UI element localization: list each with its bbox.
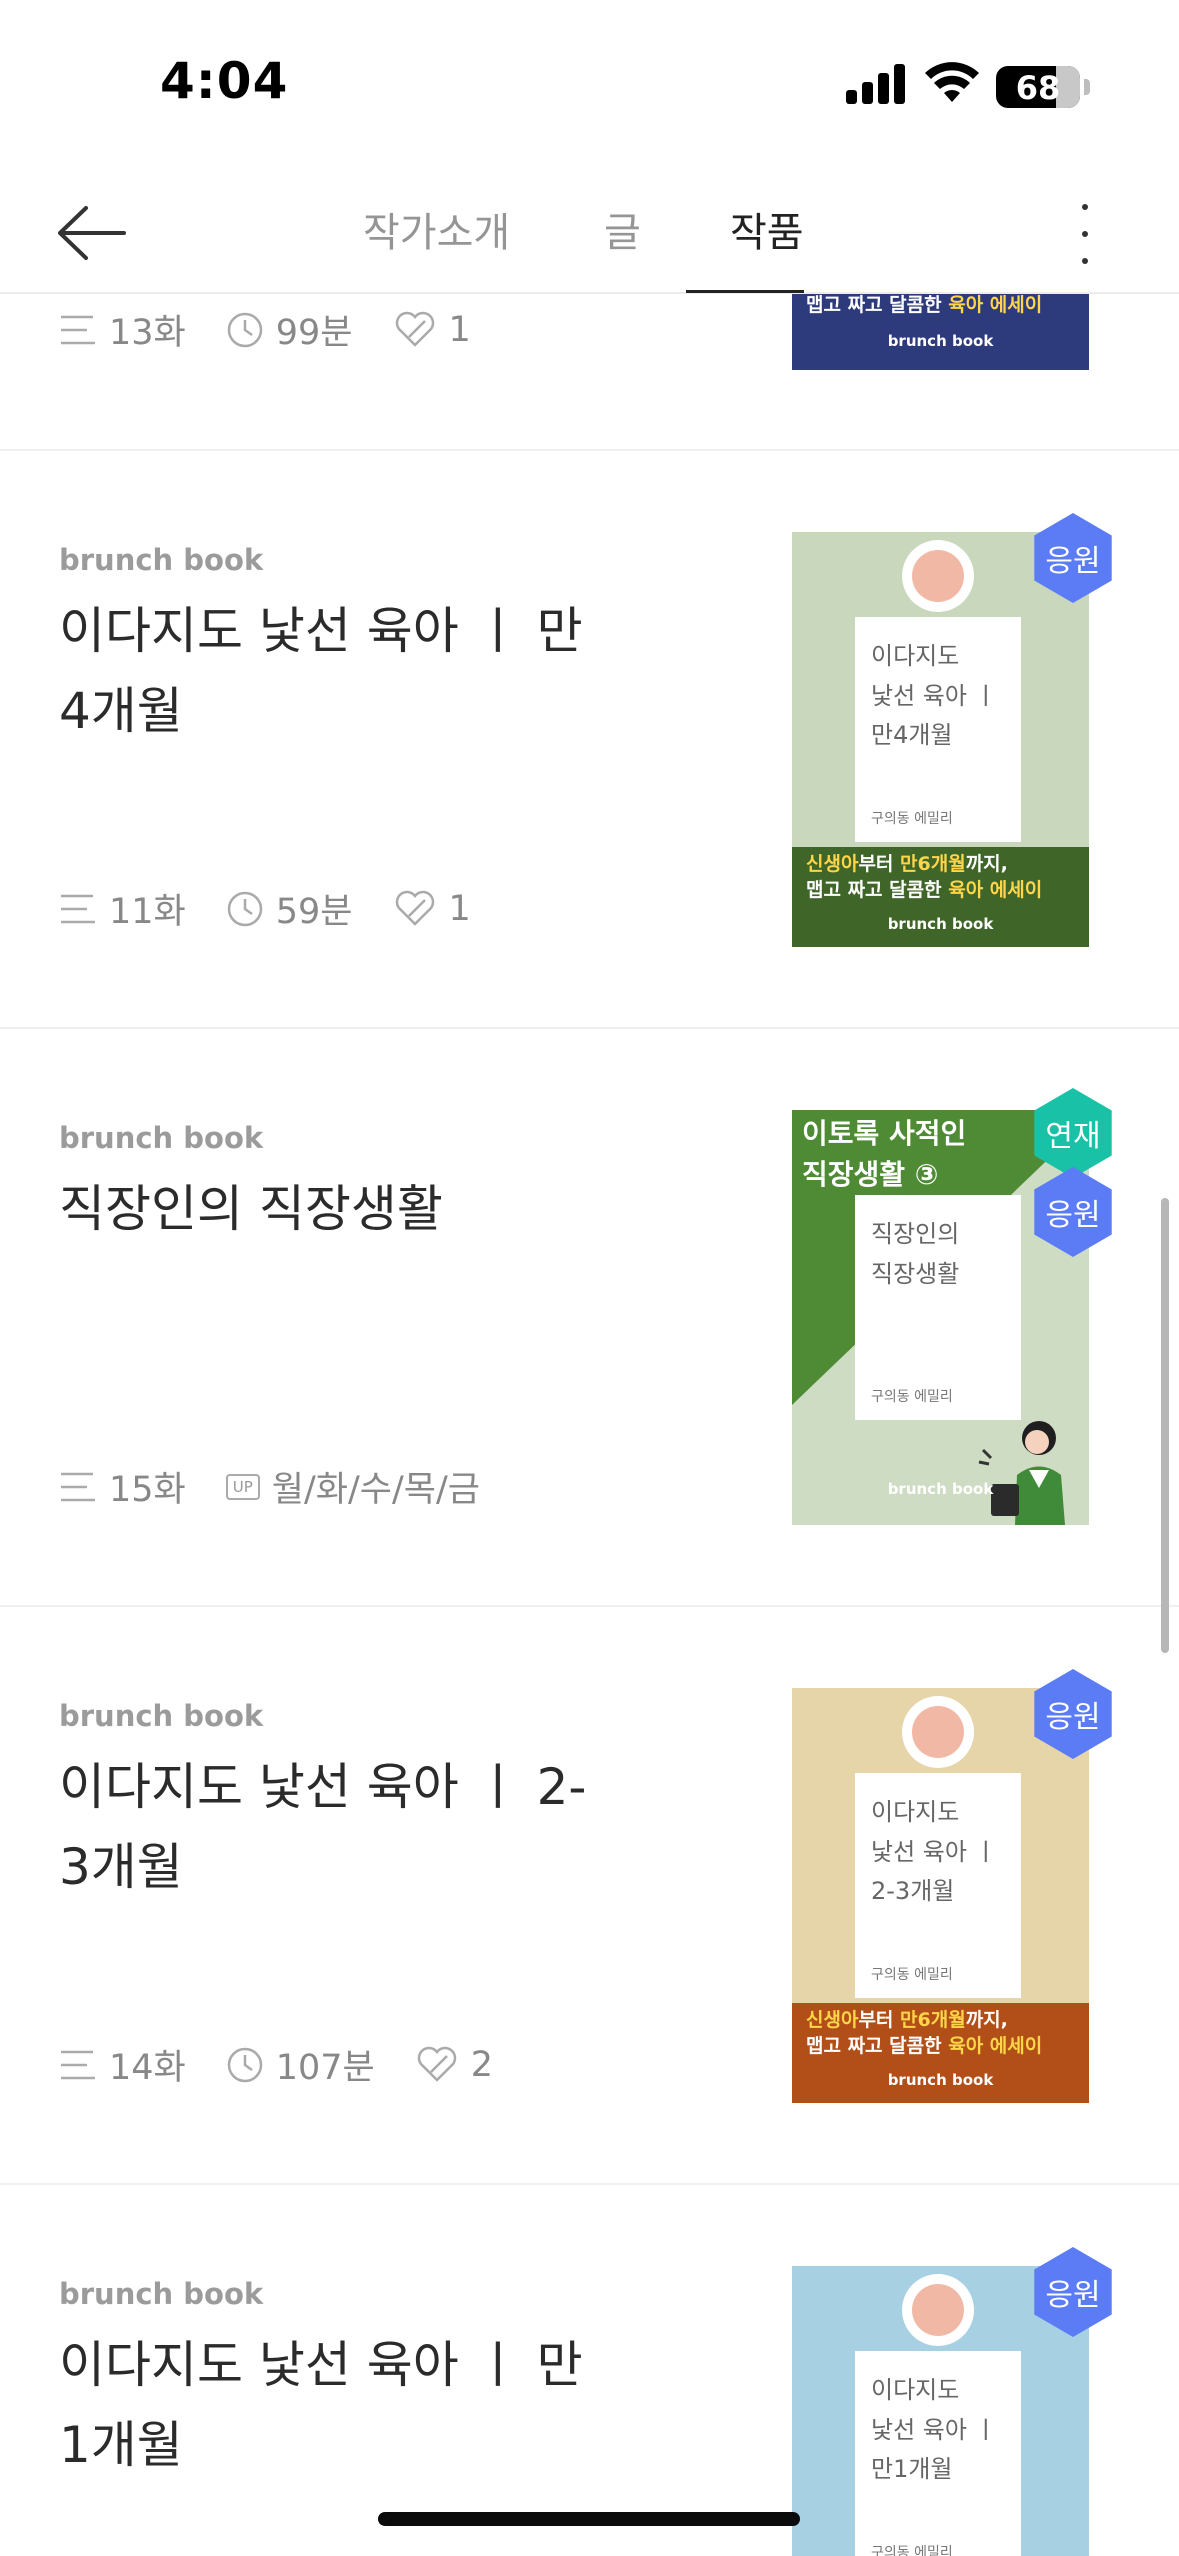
cover-title: 직장인의 직장생활 [871, 1220, 960, 1288]
tab-works[interactable]: 작품 [730, 200, 804, 292]
brunch-book-mark: brunch book [887, 2071, 994, 2089]
book-kicker: brunch book [59, 2277, 264, 2311]
book-title[interactable]: 직장인의 직장생활 [59, 1169, 599, 1249]
cover-band: 신생아부터 만6개월까지, 맵고 짜고 달콤한 육아 에세이 brunch bo… [792, 847, 1089, 947]
top-navigation: 작가소개 글 작품 [0, 170, 1179, 294]
like-count: 1 [448, 888, 471, 929]
book-meta: 14화 107분 2 [59, 2039, 533, 2090]
cover-author: 구의동 에밀리 [871, 1967, 953, 1983]
more-options-icon[interactable] [1070, 196, 1100, 272]
cover-title: 이다지도 낯선 육아 ㅣ 만4개월 [871, 642, 997, 750]
baby-face-icon [902, 540, 974, 612]
tab-posts[interactable]: 글 [604, 200, 641, 292]
heart-icon [417, 2046, 456, 2082]
book-cover-3[interactable]: 이다지도 낯선 육아 ㅣ 2-3개월 구의동 에밀리 신생아부터 만6개월까지,… [792, 1688, 1089, 2103]
book-kicker: brunch book [59, 543, 264, 577]
reading-time: 107분 [275, 2048, 375, 2088]
book-title[interactable]: 이다지도 낯선 육아 ㅣ 만 1개월 [59, 2325, 599, 2485]
episode-count: 11화 [109, 892, 186, 932]
home-indicator[interactable] [378, 2512, 800, 2526]
update-schedule: 월/화/수/목/금 [271, 1470, 480, 1510]
episode-count: 14화 [109, 2048, 186, 2088]
active-tab-indicator [686, 290, 804, 293]
reading-time: 99분 [275, 313, 353, 353]
cover-headline: 이토록 사적인 직장생활 ③ [802, 1117, 967, 1191]
cover-card: 이다지도 낯선 육아 ㅣ 만4개월 구의동 에밀리 [855, 617, 1021, 842]
clock-icon [227, 2047, 262, 2082]
heart-icon [395, 890, 434, 926]
cellular-signal-icon [846, 62, 906, 104]
episode-count: 15화 [109, 1470, 186, 1510]
cover-card: 이다지도 낯선 육아 ㅣ 만1개월 구의동 에밀리 [855, 2351, 1021, 2556]
cover-title: 이다지도 낯선 육아 ㅣ 만1개월 [871, 2376, 997, 2484]
wifi-icon [925, 62, 979, 102]
book-meta: 15화 UP 월/화/수/목/금 [59, 1461, 520, 1512]
episode-count: 13화 [109, 313, 186, 353]
cover-author: 구의동 에밀리 [871, 811, 953, 827]
heart-icon [395, 311, 434, 347]
cover-author: 구의동 에밀리 [871, 2545, 953, 2556]
book-kicker: brunch book [59, 1121, 264, 1155]
book-title[interactable]: 이다지도 낯선 육아 ㅣ 2-3개월 [59, 1747, 599, 1907]
episodes-icon [61, 1472, 95, 1501]
tab-author-intro[interactable]: 작가소개 [363, 200, 510, 292]
clock-icon [227, 891, 262, 926]
like-count: 1 [448, 309, 471, 350]
battery-tip [1084, 79, 1090, 95]
status-time: 4:04 [160, 52, 289, 110]
book-title[interactable]: 이다지도 낯선 육아 ㅣ 만 4개월 [59, 591, 599, 751]
book-cover-1[interactable]: 이다지도 낯선 육아 ㅣ 만4개월 구의동 에밀리 신생아부터 만6개월까지, … [792, 532, 1089, 947]
brunch-book-mark: brunch book [887, 915, 994, 933]
book-meta: 11화 59분 1 [59, 883, 511, 934]
cover-band: 신생아부터 만6개월까지, 맵고 짜고 달콤한 육아 에세이 brunch bo… [792, 2003, 1089, 2103]
cover-tagline: 맵고 짜고 달콤한 육아 에세이 [806, 294, 1043, 316]
episodes-icon [61, 894, 95, 923]
cover-card: 직장인의 직장생활 구의동 에밀리 [855, 1195, 1021, 1420]
baby-face-icon [902, 2274, 974, 2346]
office-worker-illustration [978, 1421, 1065, 1525]
update-schedule-icon: UP [225, 1473, 260, 1500]
battery-icon: 68 [996, 66, 1080, 108]
book-kicker: brunch book [59, 1699, 264, 1733]
status-bar: 4:04 68 [0, 0, 1179, 170]
battery-level: 68 [1015, 69, 1061, 107]
clock-icon [227, 312, 262, 347]
like-count: 2 [470, 2044, 494, 2085]
reading-time: 59분 [275, 892, 353, 932]
book-meta: 13화 99분 1 [59, 304, 511, 355]
episodes-icon [61, 315, 95, 344]
book-cover-2[interactable]: 이토록 사적인 직장생활 ③ 직장인의 직장생활 구의동 에밀리 brunch … [792, 1110, 1089, 1525]
episodes-icon [61, 2050, 95, 2079]
brunch-book-mark: brunch book [887, 332, 994, 350]
cover-card: 이다지도 낯선 육아 ㅣ 2-3개월 구의동 에밀리 [855, 1773, 1021, 1998]
cover-title: 이다지도 낯선 육아 ㅣ 2-3개월 [871, 1798, 997, 1906]
brunch-book-mark: brunch book [887, 1480, 994, 1498]
cover-author: 구의동 에밀리 [871, 1389, 953, 1405]
scrollbar[interactable] [1161, 1198, 1169, 1653]
back-arrow-icon[interactable] [52, 198, 132, 268]
baby-face-icon [902, 1696, 974, 1768]
book-cover-0[interactable]: 맵고 짜고 달콤한 육아 에세이 brunch book [792, 294, 1089, 370]
